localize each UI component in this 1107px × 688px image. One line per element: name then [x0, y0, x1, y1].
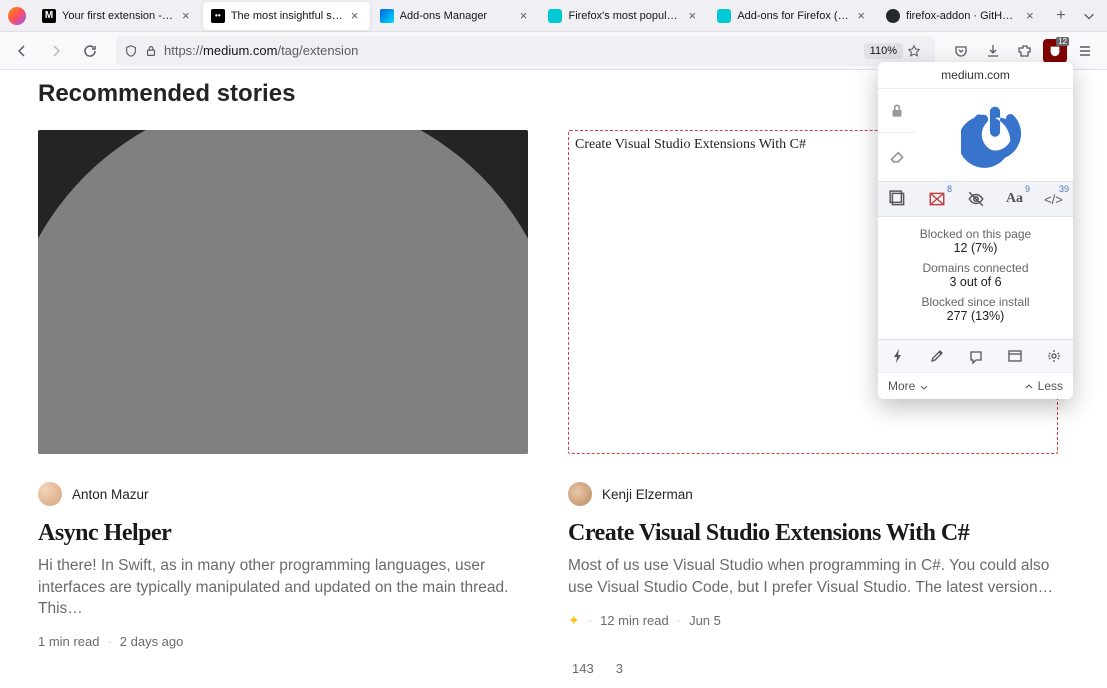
- author-row[interactable]: Kenji Elzerman: [568, 482, 1058, 506]
- responses-button[interactable]: 3: [612, 661, 623, 676]
- story-thumbnail[interactable]: [38, 130, 528, 454]
- publish-date: 2 days ago: [120, 634, 184, 649]
- forward-button[interactable]: [42, 37, 70, 65]
- popup-scripts-button[interactable]: </>39: [1034, 182, 1073, 216]
- popup-media-button[interactable]: [956, 182, 995, 216]
- fonts-count: 9: [1025, 184, 1030, 194]
- close-icon[interactable]: ×: [348, 9, 362, 23]
- medium-favicon: ••: [211, 9, 225, 23]
- member-star-icon: ✦: [568, 612, 580, 629]
- story-title[interactable]: Create Visual Studio Extensions With C#: [568, 520, 1058, 547]
- popup-logger-button[interactable]: [956, 340, 995, 372]
- popup-cosmetic-button[interactable]: 8: [917, 182, 956, 216]
- author-avatar: [568, 482, 592, 506]
- firefox-favicon: [380, 9, 394, 23]
- author-avatar: [38, 482, 62, 506]
- toolbar-right: [947, 37, 1099, 65]
- tab-title: Add-ons for Firefox (en-US): [737, 10, 850, 22]
- url-bar[interactable]: https://medium.com/tag/extension 110%: [116, 36, 935, 66]
- popup-more-toggle[interactable]: More: [888, 379, 929, 393]
- tab-title: Firefox's most popular and inno: [568, 10, 681, 22]
- stat-value: 277 (13%): [884, 309, 1067, 323]
- url-text: https://medium.com/tag/extension: [164, 43, 864, 58]
- lock-icon: [144, 44, 158, 58]
- story-subtitle: Hi there! In Swift, as in many other pro…: [38, 555, 528, 620]
- close-icon[interactable]: ×: [1023, 9, 1037, 23]
- popup-domain: medium.com: [878, 62, 1073, 89]
- reload-button[interactable]: [76, 37, 104, 65]
- story-card: Anton Mazur Async Helper Hi there! In Sw…: [38, 130, 528, 681]
- ublock-extension-button[interactable]: [1043, 39, 1067, 63]
- browser-tab-strip: M Your first extension - Mozilla | M × •• T…: [0, 0, 1107, 32]
- read-time: 12 min read: [600, 613, 669, 628]
- story-meta: ✦· 12 min read· Jun 5: [568, 612, 1058, 629]
- close-icon[interactable]: ×: [854, 9, 868, 23]
- response-count: 3: [616, 661, 623, 676]
- pocket-button[interactable]: [947, 37, 975, 65]
- tab-medium[interactable]: •• The most insightful stories abo ×: [203, 2, 370, 30]
- stat-label: Domains connected: [884, 261, 1067, 275]
- popup-settings-button[interactable]: [1034, 340, 1073, 372]
- tab-title: Add-ons Manager: [400, 10, 513, 22]
- close-icon[interactable]: ×: [516, 9, 530, 23]
- tab-github[interactable]: firefox-addon · GitHub Topics ×: [878, 2, 1045, 30]
- author-name: Anton Mazur: [72, 487, 149, 502]
- popup-zapper-button[interactable]: [878, 340, 917, 372]
- clap-button[interactable]: 143: [568, 661, 594, 676]
- app-menu-button[interactable]: [1071, 37, 1099, 65]
- amo-favicon: [548, 9, 562, 23]
- amo-favicon: [717, 9, 731, 23]
- publish-date: Jun 5: [689, 613, 721, 628]
- popup-lock-button[interactable]: [878, 89, 916, 133]
- all-tabs-button[interactable]: [1075, 2, 1103, 30]
- popup-power-button[interactable]: [916, 89, 1073, 181]
- extensions-button[interactable]: [1011, 37, 1039, 65]
- popup-stats: Blocked on this page 12 (7%) Domains con…: [878, 217, 1073, 339]
- stat-label: Blocked on this page: [884, 227, 1067, 241]
- popup-dashboard-button[interactable]: [995, 340, 1034, 372]
- stat-value: 3 out of 6: [884, 275, 1067, 289]
- story-meta: 1 min read· 2 days ago: [38, 634, 528, 649]
- popup-fonts-button[interactable]: Aa9: [995, 182, 1034, 216]
- read-time: 1 min read: [38, 634, 99, 649]
- shield-icon: [124, 44, 138, 58]
- blocked-image-alt: Create Visual Studio Extensions With C#: [575, 137, 806, 152]
- tab-first-extension[interactable]: M Your first extension - Mozilla | M ×: [34, 2, 201, 30]
- popup-bottom-row: [878, 339, 1073, 372]
- tab-addons-manager[interactable]: Add-ons Manager×: [372, 2, 539, 30]
- ublock-popup: medium.com 8 Aa9 </>39 Blocked on this p…: [878, 62, 1073, 399]
- mozilla-favicon: M: [42, 9, 56, 23]
- clap-count: 143: [572, 661, 594, 676]
- downloads-button[interactable]: [979, 37, 1007, 65]
- popup-tools-row: 8 Aa9 </>39: [878, 181, 1073, 217]
- stat-value: 12 (7%): [884, 241, 1067, 255]
- scripts-count: 39: [1059, 184, 1069, 194]
- author-row[interactable]: Anton Mazur: [38, 482, 528, 506]
- tab-amo[interactable]: Add-ons for Firefox (en-US) ×: [709, 2, 876, 30]
- cosmetic-count: 8: [947, 184, 952, 194]
- tab-amo-popular[interactable]: Firefox's most popular and inno ×: [540, 2, 707, 30]
- tab-title: Your first extension - Mozilla | M: [62, 10, 175, 22]
- popup-eraser-button[interactable]: [878, 133, 916, 177]
- story-actions: 143 3: [568, 661, 1058, 676]
- bookmark-star-icon[interactable]: [907, 44, 921, 58]
- close-icon[interactable]: ×: [179, 9, 193, 23]
- close-icon[interactable]: ×: [685, 9, 699, 23]
- author-name: Kenji Elzerman: [602, 487, 693, 502]
- zoom-indicator[interactable]: 110%: [864, 43, 903, 59]
- popup-footer: More Less: [878, 372, 1073, 399]
- popup-less-toggle[interactable]: Less: [1024, 379, 1063, 393]
- github-favicon: [886, 9, 900, 23]
- story-title[interactable]: Async Helper: [38, 520, 528, 547]
- tab-title: The most insightful stories abo: [231, 10, 344, 22]
- story-subtitle: Most of us use Visual Studio when progra…: [568, 555, 1058, 598]
- tab-title: firefox-addon · GitHub Topics: [906, 10, 1019, 22]
- firefox-logo: [8, 7, 26, 25]
- back-button[interactable]: [8, 37, 36, 65]
- new-tab-button[interactable]: +: [1047, 2, 1075, 30]
- popup-picker-button[interactable]: [917, 340, 956, 372]
- popup-zap-button[interactable]: [878, 182, 917, 216]
- stat-label: Blocked since install: [884, 295, 1067, 309]
